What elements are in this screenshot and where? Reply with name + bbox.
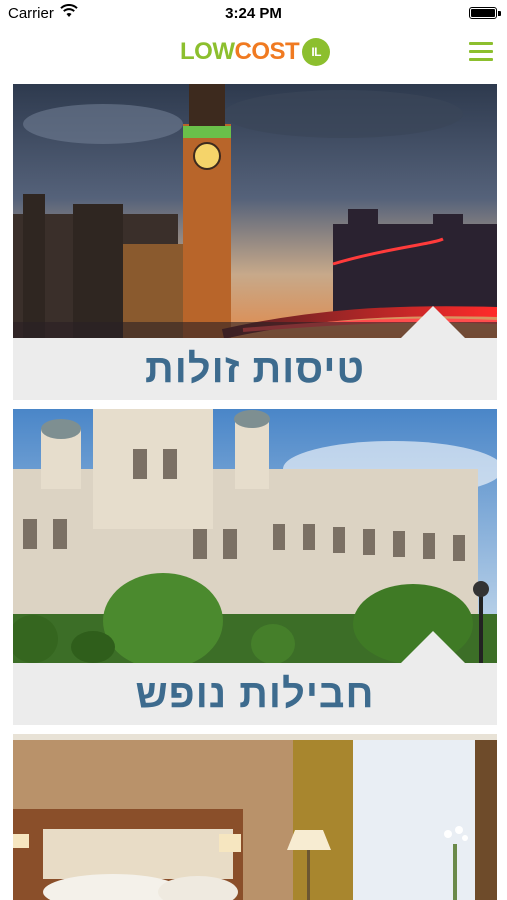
london-big-ben-photo — [13, 84, 497, 338]
battery-icon — [469, 7, 497, 19]
hamburger-menu-icon[interactable] — [469, 42, 495, 64]
lowcost-logo[interactable]: LOW COST IL — [180, 36, 331, 68]
logo-low: LOW — [180, 38, 235, 65]
hotel-room-photo — [13, 734, 497, 900]
card-label-text: חבילות נופש — [135, 671, 375, 716]
app-header: LOW COST IL — [0, 28, 507, 80]
battery-tip — [498, 11, 501, 16]
logo-badge: IL — [302, 38, 331, 66]
card-label-text: טיסות זולות — [145, 346, 365, 391]
logo-cost: COST — [234, 38, 300, 65]
card-label: חבילות נופש — [13, 663, 497, 725]
status-bar: Carrier 3:24 PM — [0, 0, 507, 28]
vienna-palace-photo — [13, 409, 497, 663]
clock: 3:24 PM — [225, 5, 282, 22]
card-notch — [401, 306, 465, 338]
card-label: טיסות זולות — [13, 338, 497, 400]
card-notch — [401, 631, 465, 663]
